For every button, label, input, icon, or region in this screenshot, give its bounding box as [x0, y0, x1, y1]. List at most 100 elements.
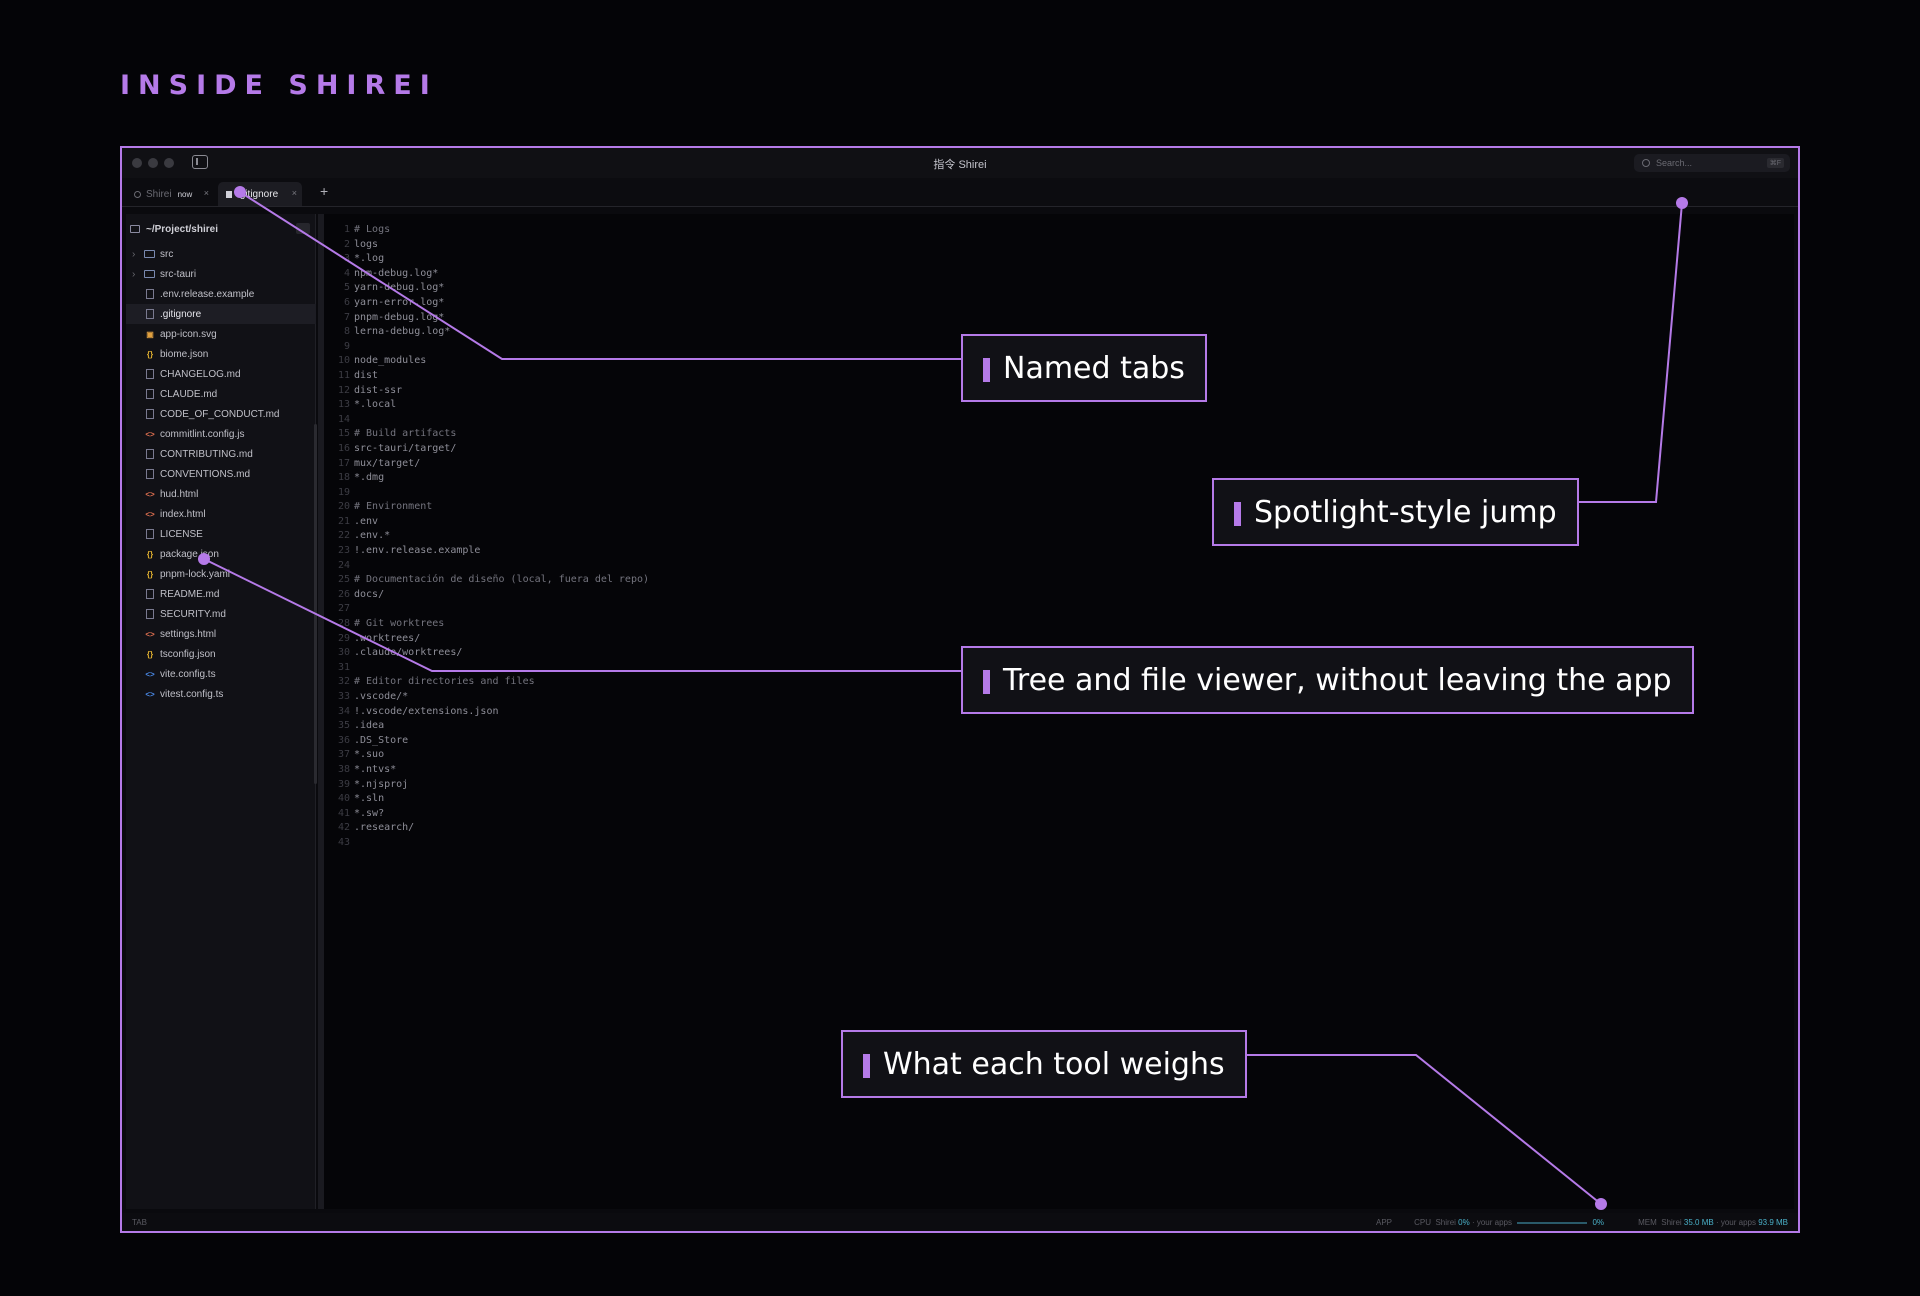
tree-file[interactable]: CHANGELOG.md: [126, 364, 316, 384]
tree-file[interactable]: CODE_OF_CONDUCT.md: [126, 404, 316, 424]
tree-file[interactable]: CONTRIBUTING.md: [126, 444, 316, 464]
tree-file[interactable]: .env.release.example: [126, 284, 316, 304]
sidebar-scrollbar[interactable]: [314, 424, 317, 784]
json-file-icon: {}: [146, 349, 154, 359]
tree-item-label: README.md: [160, 588, 220, 600]
tree-file[interactable]: <> vite.config.ts: [126, 664, 316, 684]
mem-shirei-value: 35.0 MB: [1683, 1218, 1714, 1227]
cpu-shirei-label: Shirei: [1435, 1218, 1456, 1227]
chevron-right-icon[interactable]: ›: [132, 249, 135, 260]
tree-file[interactable]: <> index.html: [126, 504, 316, 524]
callout-text: What each tool weighs: [883, 1046, 1225, 1082]
code-file-icon: <>: [145, 629, 155, 639]
line-number: 33: [337, 691, 350, 702]
code-line: 12 dist-ssr: [334, 385, 649, 400]
tree-file[interactable]: {} pnpm-lock.yaml: [126, 564, 316, 584]
chevron-right-icon[interactable]: ›: [132, 269, 135, 280]
title-bar: 指令 Shirei Search... ⌘F: [122, 148, 1798, 178]
line-text: *.sln: [354, 793, 385, 805]
code-line: 24: [334, 560, 649, 575]
code-line: 3 *.log: [334, 253, 649, 268]
code-line: 8 lerna-debug.log*: [334, 326, 649, 341]
tab-close-button[interactable]: ×: [292, 188, 297, 198]
line-text: .vscode/*: [354, 691, 409, 702]
code-line: 29 .worktrees/: [334, 633, 649, 648]
json-file-icon: {}: [146, 549, 154, 559]
file-icon: [146, 409, 154, 419]
line-number: 10: [337, 355, 350, 367]
line-text: *.log: [354, 253, 385, 265]
code-line: 36 .DS_Store: [334, 735, 649, 750]
tab-close-button[interactable]: ×: [204, 188, 209, 198]
tree-file[interactable]: <> hud.html: [126, 484, 316, 504]
line-number: 41: [337, 807, 350, 819]
line-number: 30: [337, 647, 350, 659]
line-text: dist: [354, 369, 379, 381]
tree-item-label: .env.release.example: [160, 288, 255, 300]
line-text: # Documentación de diseño (local, fuera …: [354, 574, 650, 586]
mem-apps-label: your apps: [1720, 1218, 1756, 1227]
search-placeholder: Search...: [1656, 158, 1693, 168]
code-line: 23 !.env.release.example: [334, 545, 649, 560]
line-number: 42: [337, 822, 350, 834]
code-line: 30 .claude/worktrees/: [334, 647, 649, 662]
code-line: 2 logs: [334, 239, 649, 254]
tree-file[interactable]: SECURITY.md: [126, 604, 316, 624]
line-number: 15: [337, 428, 350, 440]
search-input[interactable]: Search... ⌘F: [1634, 154, 1790, 172]
cpu-label: CPU: [1414, 1218, 1432, 1227]
code-line: 9: [334, 341, 649, 356]
callout-marker: [983, 670, 990, 694]
tree-folder[interactable]: › src-tauri: [126, 264, 316, 284]
tree-file[interactable]: ▣ app-icon.svg: [126, 324, 316, 344]
file-icon: [146, 609, 154, 619]
tree-file[interactable]: <> settings.html: [126, 624, 316, 644]
new-tab-button[interactable]: +: [320, 183, 328, 199]
tree-file[interactable]: {} biome.json: [126, 344, 316, 364]
tree-file[interactable]: {} package.json: [126, 544, 316, 564]
line-text: .env.*: [354, 530, 391, 542]
tree-item-label: src-tauri: [160, 268, 197, 280]
line-text: *.suo: [354, 749, 385, 761]
line-text: *.sw?: [354, 807, 385, 819]
tree-folder[interactable]: › src: [126, 244, 316, 264]
code-line: 19: [334, 487, 649, 502]
collapse-button[interactable]: [296, 223, 310, 234]
line-text: # Environment: [354, 501, 433, 513]
tree-item-label: CHANGELOG.md: [160, 368, 241, 380]
line-number: 22: [337, 530, 350, 542]
line-text: .research/: [354, 822, 415, 834]
line-text: *.local: [354, 399, 397, 411]
tab-gitignore[interactable]: .gitignore ×: [218, 182, 302, 206]
tab-label: .gitignore: [237, 188, 279, 200]
mem-usage: MEM Shirei 35.0 MB · your apps 93.9 MB: [1638, 1218, 1788, 1227]
tree-file[interactable]: CONVENTIONS.md: [126, 464, 316, 484]
line-text: pnpm-debug.log*: [354, 311, 445, 323]
code-line: 26 docs/: [334, 589, 649, 604]
tree-item-label: hud.html: [160, 488, 199, 500]
line-number: 37: [337, 749, 350, 761]
tree-file[interactable]: LICENSE: [126, 524, 316, 544]
file-tree-sidebar: ~/Project/shirei › src › src-tauri .env.rele…: [126, 214, 317, 1209]
tree-file[interactable]: <> vitest.config.ts: [126, 684, 316, 704]
tree-file[interactable]: <> commitlint.config.js: [126, 424, 316, 444]
tree-item-label: CONTRIBUTING.md: [160, 448, 253, 460]
image-file-icon: ▣: [146, 329, 154, 339]
tree-file[interactable]: .gitignore: [126, 304, 316, 324]
code-line: 7 pnpm-debug.log*: [334, 312, 649, 327]
code-line: 43: [334, 837, 649, 852]
line-text: lerna-debug.log*: [354, 326, 451, 338]
json-file-icon: {}: [146, 649, 154, 659]
code-line: 31: [334, 662, 649, 677]
search-icon: [1642, 159, 1650, 167]
tree-file[interactable]: {} tsconfig.json: [126, 644, 316, 664]
tree-file[interactable]: CLAUDE.md: [126, 384, 316, 404]
callout-named-tabs: Named tabs: [961, 334, 1207, 402]
window-title: 指令 Shirei: [933, 159, 987, 171]
tab-shirei[interactable]: Shirei now ×: [126, 182, 214, 206]
line-text: .env: [354, 515, 379, 527]
line-text: yarn-debug.log*: [354, 282, 445, 294]
tree-file[interactable]: README.md: [126, 584, 316, 604]
code-line: 5 yarn-debug.log*: [334, 282, 649, 297]
line-number: 7: [343, 311, 350, 323]
